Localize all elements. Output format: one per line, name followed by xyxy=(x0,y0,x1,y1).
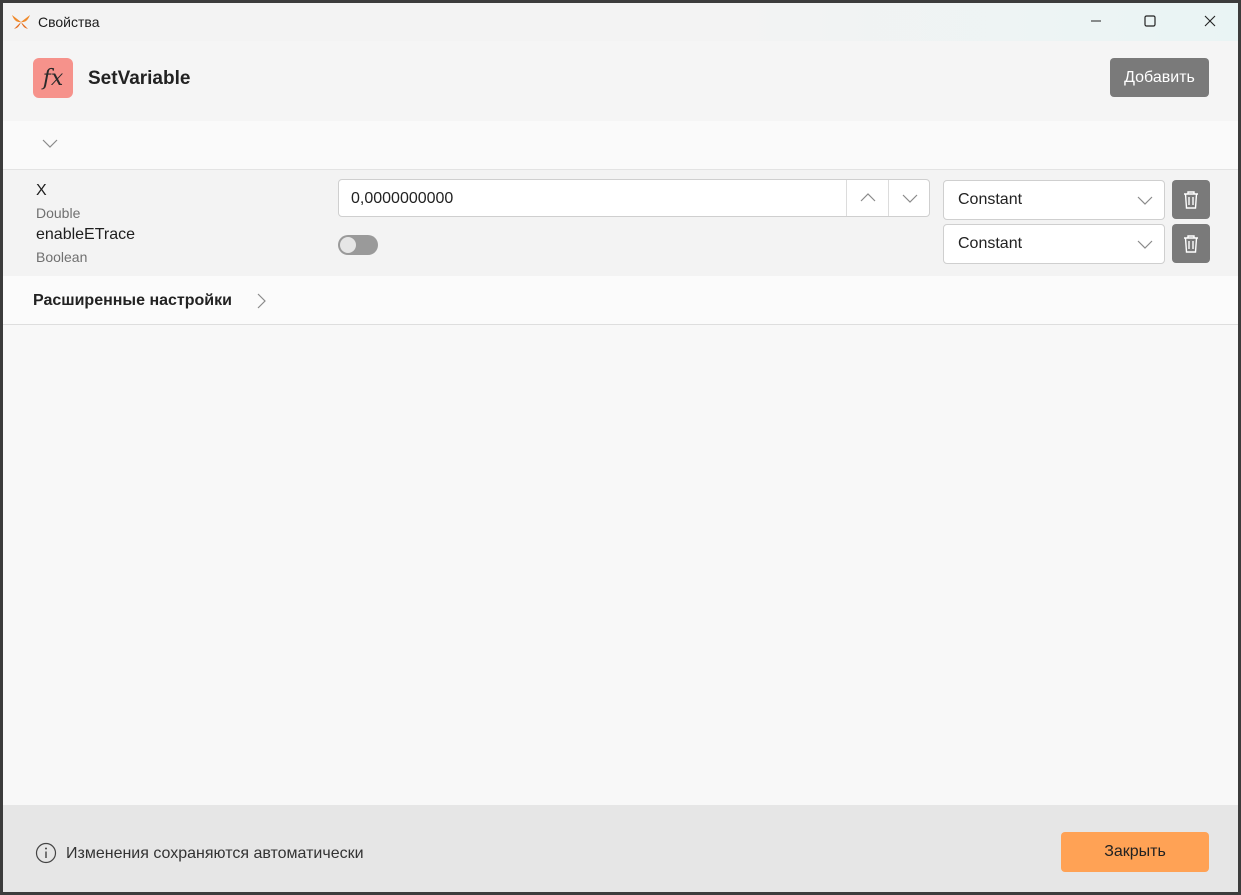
param-name: enableETrace xyxy=(36,226,136,243)
chevron-down-icon xyxy=(1137,196,1153,205)
parameters-list: X Double 0,0000000000 Constant enableETr… xyxy=(3,170,1238,276)
mode-select[interactable]: Constant xyxy=(943,180,1165,220)
chevron-down-icon xyxy=(1137,240,1153,249)
autosave-note: Изменения сохраняются автоматически xyxy=(66,845,364,862)
chevron-down-icon[interactable] xyxy=(41,137,59,149)
footer: Изменения сохраняются автоматически Закр… xyxy=(3,805,1238,892)
decrement-button[interactable] xyxy=(888,180,931,216)
mode-select-value: Constant xyxy=(958,191,1023,208)
delete-button[interactable] xyxy=(1172,224,1210,263)
advanced-settings-label[interactable]: Расширенные настройки xyxy=(33,292,232,310)
close-window-button[interactable] xyxy=(1183,3,1237,39)
minimize-button[interactable] xyxy=(1069,3,1123,39)
parameters-collapse-row[interactable] xyxy=(3,121,1238,170)
chevron-up-icon xyxy=(860,193,876,202)
boolean-toggle[interactable] xyxy=(338,235,378,255)
trash-icon xyxy=(1184,190,1198,209)
param-type: Boolean xyxy=(36,249,88,265)
block-header: fx SetVariable Добавить xyxy=(3,41,1238,121)
toggle-knob xyxy=(340,237,356,253)
info-icon xyxy=(35,842,57,864)
title-bar: Свойства xyxy=(3,3,1238,41)
block-title: SetVariable xyxy=(88,68,191,89)
add-button[interactable]: Добавить xyxy=(1110,58,1209,97)
number-input[interactable]: 0,0000000000 xyxy=(338,179,930,217)
increment-button[interactable] xyxy=(846,180,889,216)
chevron-down-icon xyxy=(902,194,918,203)
delete-button[interactable] xyxy=(1172,180,1210,219)
chevron-right-icon[interactable] xyxy=(255,292,267,310)
number-value[interactable]: 0,0000000000 xyxy=(351,190,453,208)
window-title: Свойства xyxy=(38,14,100,30)
app-logo-icon xyxy=(12,15,30,29)
minimize-icon xyxy=(1091,20,1101,22)
properties-window: Свойства fx SetVariable Добавить X Doubl… xyxy=(3,3,1238,892)
param-type: Double xyxy=(36,205,81,221)
function-icon: fx xyxy=(33,58,73,98)
close-icon xyxy=(1204,15,1216,27)
mode-select[interactable]: Constant xyxy=(943,224,1165,264)
mode-select-value: Constant xyxy=(958,235,1023,252)
advanced-settings-row[interactable]: Расширенные настройки xyxy=(3,276,1238,325)
trash-icon xyxy=(1184,234,1198,253)
maximize-icon xyxy=(1144,15,1156,27)
param-name: X xyxy=(36,182,47,199)
close-button[interactable]: Закрыть xyxy=(1061,832,1209,872)
maximize-button[interactable] xyxy=(1123,3,1177,39)
